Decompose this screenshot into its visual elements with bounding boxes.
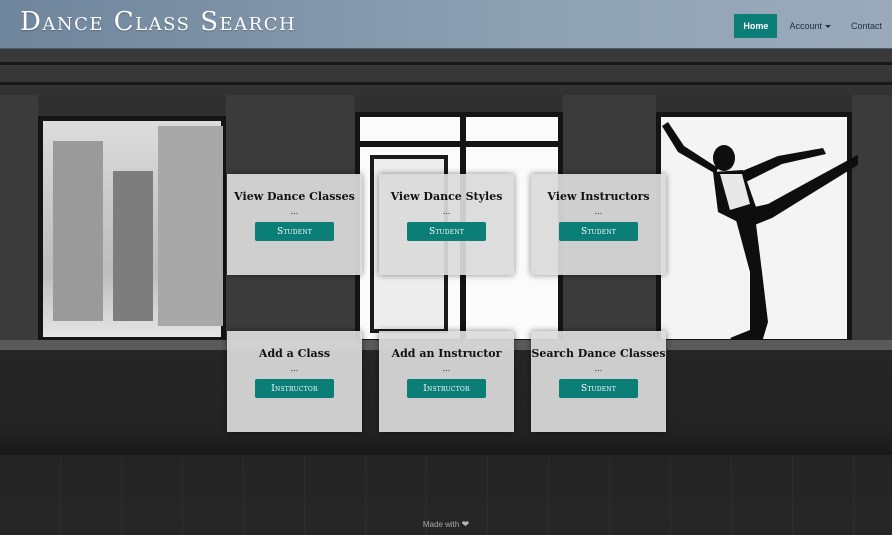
navbar: Dance Class Search Home Account Contact [0, 0, 892, 49]
caret-down-icon [824, 25, 831, 29]
brick-wall [0, 95, 38, 350]
student-button[interactable]: Student [255, 222, 334, 241]
card-view-dance-styles: View Dance Styles ... Student [379, 174, 514, 275]
nav-account-label: Account [789, 21, 822, 31]
instructor-button[interactable]: Instructor [407, 379, 486, 398]
card-title: View Dance Classes [234, 190, 355, 203]
card-ellipsis: ... [442, 206, 451, 216]
card-ellipsis: ... [290, 363, 299, 373]
dancer-silhouette [662, 122, 858, 344]
card-title: View Dance Styles [390, 190, 503, 203]
card-view-dance-classes: View Dance Classes ... Student [227, 174, 362, 275]
card-view-instructors: View Instructors ... Student [531, 174, 666, 275]
card-search-dance-classes: Search Dance Classes ... Student [531, 331, 666, 432]
brick-wall [852, 95, 892, 350]
ceiling-beam [0, 62, 892, 65]
card-ellipsis: ... [594, 206, 603, 216]
nav-contact[interactable]: Contact [841, 14, 892, 38]
card-add-class: Add a Class ... Instructor [227, 331, 362, 432]
card-ellipsis: ... [594, 363, 603, 373]
heart-icon: ❤ [461, 519, 470, 529]
nav-account-dropdown[interactable]: Account [779, 14, 841, 38]
card-add-instructor: Add an Instructor ... Instructor [379, 331, 514, 432]
brand-title[interactable]: Dance Class Search [20, 5, 296, 39]
instructor-button[interactable]: Instructor [255, 379, 334, 398]
nav-menu: Home Account Contact [734, 14, 892, 38]
left-window [38, 116, 226, 342]
card-title: Add an Instructor [391, 347, 502, 360]
card-title: Add a Class [258, 347, 331, 360]
nav-home[interactable]: Home [734, 14, 778, 38]
card-ellipsis: ... [442, 363, 451, 373]
card-title: Search Dance Classes [531, 347, 666, 360]
footer-text: Made with [422, 520, 460, 529]
ceiling-beam [0, 82, 892, 85]
card-title: View Instructors [547, 190, 650, 203]
footer: Made with ❤ [0, 519, 892, 530]
student-button[interactable]: Student [559, 379, 638, 398]
card-ellipsis: ... [290, 206, 299, 216]
student-button[interactable]: Student [559, 222, 638, 241]
student-button[interactable]: Student [407, 222, 486, 241]
